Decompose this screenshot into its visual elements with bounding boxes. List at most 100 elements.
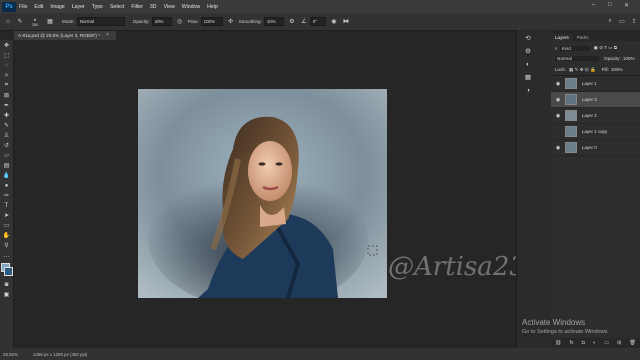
visibility-eye-icon[interactable]: ◉ [554, 97, 562, 103]
menu-file[interactable]: File [19, 4, 27, 10]
maximize-icon[interactable]: □ [608, 2, 612, 8]
quick-select-tool-icon[interactable]: ✧ [2, 71, 11, 80]
folder-icon[interactable]: ▭ [604, 340, 609, 346]
crop-tool-icon[interactable]: ⌗ [2, 81, 11, 90]
blend-mode-select[interactable]: Normal [555, 56, 599, 61]
watermark-text: @Artisa23 [388, 252, 526, 282]
dodge-tool-icon[interactable]: ● [2, 181, 11, 190]
clone-stamp-tool-icon[interactable]: ♙ [2, 131, 11, 140]
properties-panel-icon[interactable]: ⚙ [523, 46, 533, 56]
smoothing-field[interactable]: 10% [263, 17, 284, 26]
filter-icons[interactable]: ▣ ⊘ T ▭ ⧉ [594, 45, 618, 51]
eraser-tool-icon[interactable]: ▱ [2, 151, 11, 160]
zoom-tool-icon[interactable]: ⚲ [2, 241, 11, 250]
pressure-opacity-icon[interactable]: ◎ [176, 18, 184, 26]
pressure-size-icon[interactable]: ◉ [330, 18, 338, 26]
rectangle-tool-icon[interactable]: ▭ [2, 221, 11, 230]
close-window-icon[interactable]: ✕ [624, 2, 629, 9]
layer-opacity-field[interactable]: 100% [623, 56, 635, 61]
background-color-swatch[interactable] [4, 267, 13, 276]
color-swatches[interactable] [0, 263, 13, 279]
menu-layer[interactable]: Layer [72, 4, 85, 10]
adjustment-layer-icon[interactable]: ◐ [593, 340, 596, 346]
color-panel-icon[interactable]: ◐ [523, 59, 533, 69]
search-icon[interactable]: ⌕ [606, 18, 614, 26]
opacity-field[interactable]: 40% [151, 17, 172, 26]
quick-mask-icon[interactable]: ◙ [2, 280, 11, 289]
kind-filter-select[interactable]: Kind [559, 45, 590, 51]
menu-3d[interactable]: 3D [150, 4, 157, 10]
layer-row[interactable]: ◉ Layer 2 [551, 108, 640, 124]
home-icon[interactable]: ⌂ [4, 18, 12, 26]
frame-tool-icon[interactable]: ⊠ [2, 91, 11, 100]
tab-paths[interactable]: Paths [573, 34, 593, 41]
flow-field[interactable]: 100% [200, 17, 223, 26]
gradient-tool-icon[interactable]: ▤ [2, 161, 11, 170]
visibility-eye-hidden-icon[interactable]: ◉ [554, 129, 562, 135]
healing-brush-tool-icon[interactable]: ✚ [2, 111, 11, 120]
menu-help[interactable]: Help [207, 4, 218, 10]
layer-row[interactable]: ◉ Layer 1 [551, 76, 640, 92]
link-icon[interactable]: ⛓ [555, 340, 561, 346]
type-tool-icon[interactable]: T [2, 201, 11, 210]
activation-title: Activate Windows [522, 318, 586, 327]
visibility-eye-icon[interactable]: ◉ [554, 113, 562, 119]
layer-thumbnail [565, 142, 577, 153]
gear-icon[interactable]: ⚙ [288, 18, 296, 26]
layer-row[interactable]: ◉ Layer 1 copy [551, 124, 640, 140]
swatches-panel-icon[interactable]: ▦ [523, 72, 533, 82]
hand-tool-icon[interactable]: ✋ [2, 231, 11, 240]
path-selection-tool-icon[interactable]: ➤ [2, 211, 11, 220]
lock-icons[interactable]: ▦ ✎ ✥ ⊡ 🔒 [569, 67, 596, 73]
blur-tool-icon[interactable]: 💧 [2, 171, 11, 180]
menu-filter[interactable]: Filter [131, 4, 143, 10]
visibility-eye-icon[interactable]: ◉ [554, 145, 562, 151]
menu-edit[interactable]: Edit [34, 4, 43, 10]
visibility-eye-icon[interactable]: ◉ [554, 81, 562, 87]
menu-view[interactable]: View [164, 4, 175, 10]
document-tab[interactable]: A-01a.psd @ 25.5% (Layer 3, RGB/8*) * [14, 31, 116, 40]
workspace-icon[interactable]: ▭ [618, 18, 626, 26]
history-panel-icon[interactable]: ⟲ [523, 33, 533, 43]
trash-icon[interactable]: 🗑 [629, 340, 635, 346]
fx-icon[interactable]: fx [570, 340, 574, 346]
menu-type[interactable]: Type [92, 4, 103, 10]
fill-field[interactable]: 100% [611, 67, 623, 72]
menu-image[interactable]: Image [50, 4, 64, 10]
layer-row[interactable]: ◉ Layer 0 [551, 140, 640, 156]
layer-name: Layer 1 [582, 81, 597, 86]
brush-tool-icon[interactable]: ✎ [16, 18, 24, 26]
brush-settings-icon[interactable]: ▦ [46, 18, 54, 26]
angle-icon[interactable]: ∠ [300, 18, 308, 26]
mode-select[interactable]: Normal [76, 17, 125, 26]
tab-layers[interactable]: Layers [551, 34, 573, 41]
minimize-icon[interactable]: – [592, 2, 595, 8]
zoom-level[interactable]: 25.52% [3, 352, 18, 357]
brush-tool-icon[interactable]: ✎ [2, 121, 11, 130]
menu-select[interactable]: Select [110, 4, 124, 10]
screen-mode-icon[interactable]: ▣ [2, 290, 11, 299]
left-eye [258, 162, 266, 166]
menu-window[interactable]: Window [182, 4, 200, 10]
layer-row-selected[interactable]: ◉ Layer 3 [551, 92, 640, 108]
close-tab-icon[interactable]: × [106, 31, 109, 40]
pen-tool-icon[interactable]: ✑ [2, 191, 11, 200]
blend-row: Normal Opacity: 100% [551, 53, 640, 64]
adjustments-panel-icon[interactable]: ◑ [523, 85, 533, 95]
marquee-tool-icon[interactable]: ⬚ [2, 51, 11, 60]
history-brush-tool-icon[interactable]: ↺ [2, 141, 11, 150]
windows-activation-notice: Activate Windows Go to Settings to activ… [522, 318, 609, 335]
eyedropper-tool-icon[interactable]: ✒ [2, 101, 11, 110]
lasso-tool-icon[interactable]: ◌ [2, 61, 11, 70]
new-layer-icon[interactable]: ⊞ [617, 340, 621, 346]
symmetry-icon[interactable]: ⧓ [342, 18, 350, 26]
more-tools-icon[interactable]: … [2, 251, 11, 260]
angle-field[interactable]: 0° [309, 17, 326, 26]
airbrush-icon[interactable]: ✣ [227, 18, 235, 26]
document-canvas[interactable] [138, 89, 387, 298]
document-size[interactable]: 1468 px x 1286 px (300 ppi) [33, 352, 87, 357]
mask-icon[interactable]: ◘ [582, 340, 585, 346]
share-icon[interactable]: ⇪ [630, 18, 638, 26]
brush-preset-icon[interactable]: ● 250 [28, 17, 42, 27]
move-tool-icon[interactable]: ✥ [2, 41, 11, 50]
